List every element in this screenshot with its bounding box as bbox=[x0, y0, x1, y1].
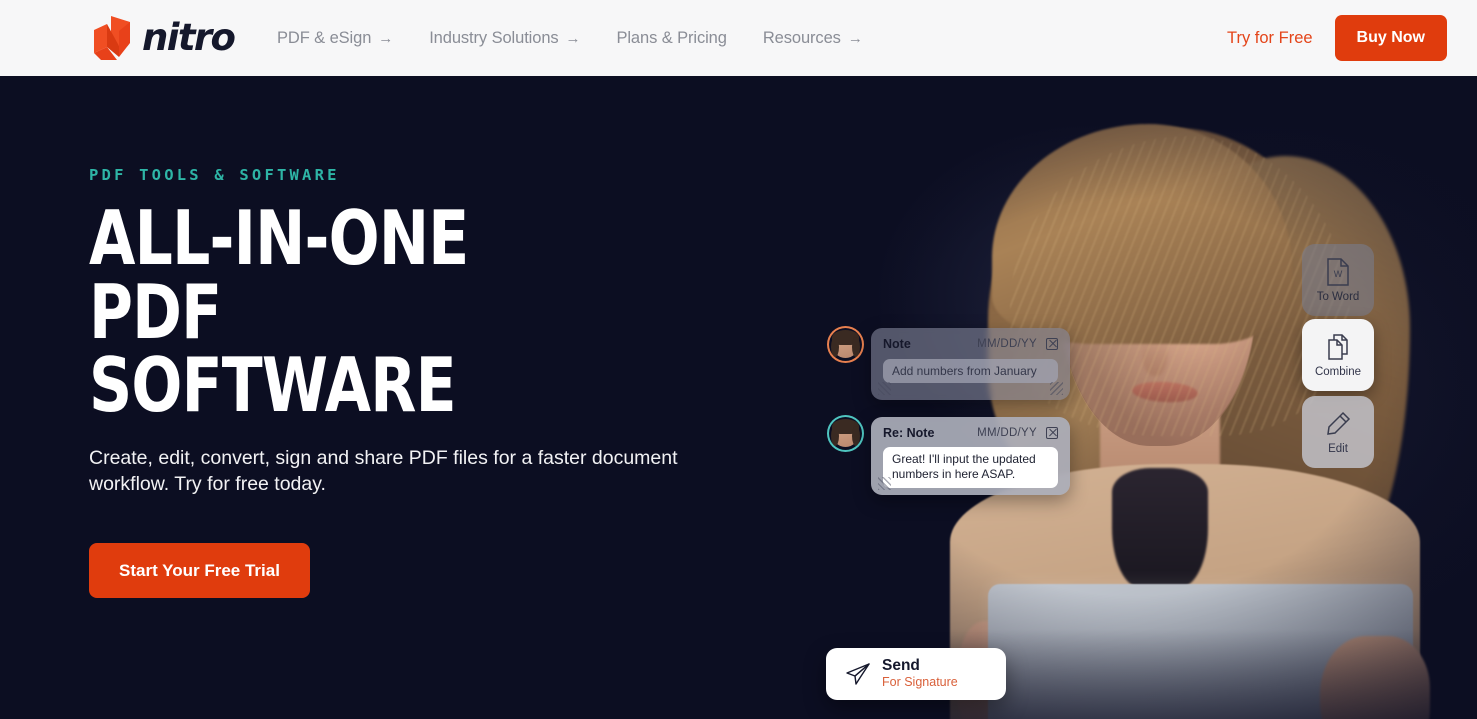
tool-chip-to-word[interactable]: W To Word bbox=[1302, 244, 1374, 316]
site-header: nitro PDF & eSign → Industry Solutions →… bbox=[0, 0, 1477, 76]
tool-chip-edit[interactable]: Edit bbox=[1302, 396, 1374, 468]
send-card-text: Send For Signature bbox=[882, 658, 958, 689]
nav-label: Resources bbox=[762, 28, 841, 47]
svg-text:W: W bbox=[1334, 269, 1343, 279]
close-icon[interactable] bbox=[1046, 427, 1058, 439]
nav-item-resources[interactable]: Resources → bbox=[763, 29, 863, 48]
nitro-logo[interactable]: nitro bbox=[89, 13, 236, 63]
try-for-free-link[interactable]: Try for Free bbox=[1227, 29, 1313, 48]
tool-chip-combine[interactable]: Combine bbox=[1302, 319, 1374, 391]
note-meta: MM/DD/YY bbox=[977, 338, 1058, 350]
send-for-signature-card[interactable]: Send For Signature bbox=[826, 648, 1006, 700]
word-document-icon: W bbox=[1327, 257, 1349, 286]
close-icon[interactable] bbox=[1046, 338, 1058, 350]
arrow-right-icon: → bbox=[565, 29, 581, 47]
note-meta: MM/DD/YY bbox=[977, 427, 1058, 439]
pencil-icon bbox=[1327, 411, 1351, 435]
page-title: ALL-IN-ONE PDF SOFTWARE bbox=[89, 194, 469, 429]
note-body[interactable]: Add numbers from January bbox=[883, 359, 1058, 383]
note-card-header: Re: Note MM/DD/YY bbox=[883, 426, 1058, 440]
hero-photo-coat-lapel bbox=[1112, 468, 1208, 588]
avatar-hair-side-left bbox=[831, 426, 839, 446]
arrow-right-icon: → bbox=[847, 29, 863, 47]
nav-label: Industry Solutions bbox=[429, 28, 559, 47]
avatar-hair-side-right bbox=[852, 337, 860, 357]
tool-chip-label: Combine bbox=[1314, 365, 1362, 378]
nav-label: Plans & Pricing bbox=[616, 28, 727, 47]
avatar-hair-side-right bbox=[852, 426, 860, 446]
hero-subcopy: Create, edit, convert, sign and share PD… bbox=[89, 446, 678, 496]
primary-navigation: PDF & eSign → Industry Solutions → Plans… bbox=[277, 0, 899, 76]
reply-note-card[interactable]: Re: Note MM/DD/YY Great! I'll input the … bbox=[871, 417, 1070, 495]
start-free-trial-button[interactable]: Start Your Free Trial bbox=[89, 543, 310, 599]
avatar-commenter bbox=[829, 328, 862, 361]
avatar-replier bbox=[829, 417, 862, 450]
tool-chip-label: To Word bbox=[1316, 290, 1360, 303]
header-actions: Try for Free Buy Now bbox=[1227, 0, 1447, 76]
hero-photo-hand-right bbox=[1320, 636, 1430, 719]
note-body[interactable]: Great! I'll input the updated numbers in… bbox=[883, 447, 1058, 488]
nitro-logo-text: nitro bbox=[142, 16, 236, 59]
hero-eyebrow: PDF TOOLS & SOFTWARE bbox=[89, 166, 340, 184]
resize-handle[interactable] bbox=[1050, 382, 1063, 395]
nav-item-industry-solutions[interactable]: Industry Solutions → bbox=[429, 29, 580, 48]
nav-item-pdf-esign[interactable]: PDF & eSign → bbox=[277, 29, 393, 48]
paper-plane-icon bbox=[846, 663, 870, 685]
send-subtitle: For Signature bbox=[882, 674, 958, 689]
note-card[interactable]: Note MM/DD/YY Add numbers from January bbox=[871, 328, 1070, 400]
buy-now-button[interactable]: Buy Now bbox=[1334, 15, 1447, 61]
tool-chip-label: Edit bbox=[1328, 442, 1348, 455]
nav-label: PDF & eSign bbox=[277, 28, 372, 47]
note-card-header: Note MM/DD/YY bbox=[883, 337, 1058, 351]
resize-handle-left[interactable] bbox=[878, 477, 891, 490]
combine-pages-icon bbox=[1328, 333, 1348, 360]
note-date: MM/DD/YY bbox=[977, 338, 1037, 350]
note-date: MM/DD/YY bbox=[977, 427, 1037, 439]
arrow-right-icon: → bbox=[378, 29, 394, 47]
hero-section: PDF TOOLS & SOFTWARE ALL-IN-ONE PDF SOFT… bbox=[0, 76, 1477, 719]
nav-item-plans-pricing[interactable]: Plans & Pricing bbox=[616, 29, 726, 48]
note-title: Re: Note bbox=[883, 426, 935, 440]
nitro-logo-mark bbox=[94, 16, 130, 60]
send-title: Send bbox=[882, 657, 920, 675]
avatar-hair-side-left bbox=[831, 337, 839, 357]
hero-copy: PDF TOOLS & SOFTWARE ALL-IN-ONE PDF SOFT… bbox=[89, 166, 709, 599]
resize-handle-left[interactable] bbox=[878, 382, 891, 395]
note-title: Note bbox=[883, 337, 911, 351]
hero-image bbox=[760, 76, 1477, 719]
